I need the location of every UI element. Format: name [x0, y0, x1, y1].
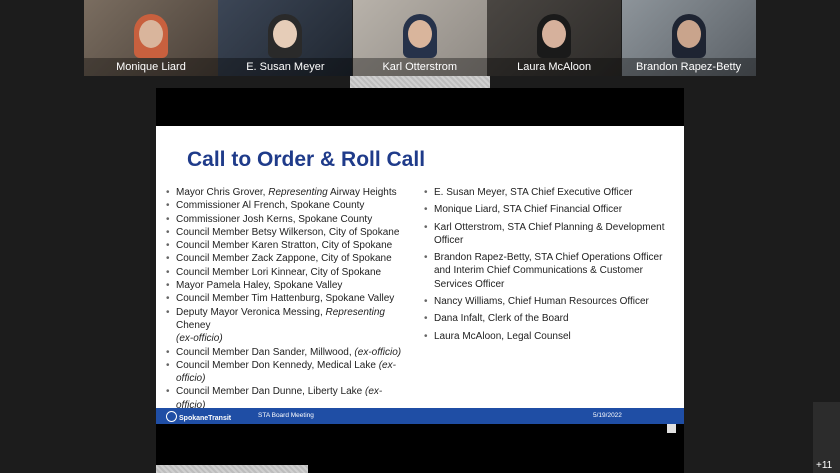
- participant-strip: Monique Liard E. Susan Meyer Karl Otters…: [84, 0, 756, 76]
- board-member-item: Council Member Tim Hattenburg, Spokane V…: [166, 292, 411, 306]
- staff-item: Dana Infalt, Clerk of the Board: [424, 312, 676, 326]
- participant-tile[interactable]: Monique Liard: [84, 0, 218, 76]
- staff-item: Nancy Williams, Chief Human Resources Of…: [424, 295, 676, 309]
- stage-resize-handle[interactable]: [667, 424, 676, 433]
- board-member-item: Deputy Mayor Veronica Messing, Represent…: [166, 306, 411, 346]
- participant-video: [402, 14, 437, 58]
- participant-tile[interactable]: Brandon Rapez-Betty: [621, 0, 756, 76]
- slide-footer: SpokaneTransit STA Board Meeting 5/19/20…: [156, 408, 684, 424]
- shared-slide: Call to Order & Roll Call Mayor Chris Gr…: [156, 126, 684, 426]
- participant-video: [671, 14, 706, 58]
- board-member-item: Council Member Betsy Wilkerson, City of …: [166, 226, 411, 240]
- staff-item: E. Susan Meyer, STA Chief Executive Offi…: [424, 186, 676, 200]
- footer-meeting-label: STA Board Meeting: [258, 412, 314, 419]
- staff-item: Monique Liard, STA Chief Financial Offic…: [424, 203, 676, 217]
- board-member-item: Council Member Lori Kinnear, City of Spo…: [166, 266, 411, 280]
- board-member-item: Commissioner Josh Kerns, Spokane County: [166, 213, 411, 227]
- participant-name: Brandon Rapez-Betty: [621, 58, 756, 76]
- footer-date: 5/19/2022: [593, 412, 622, 419]
- board-member-item: Council Member Zack Zappone, City of Spo…: [166, 252, 411, 266]
- sta-logo: SpokaneTransit: [166, 411, 231, 422]
- board-member-item: Mayor Pamela Haley, Spokane Valley: [166, 279, 411, 293]
- sta-logo-icon: [166, 411, 177, 422]
- participant-video: [133, 14, 168, 58]
- board-member-item: Commissioner Al French, Spokane County: [166, 199, 411, 213]
- more-participants-count: +11: [816, 460, 833, 471]
- participant-name: Karl Otterstrom: [352, 58, 487, 76]
- participant-tile[interactable]: Karl Otterstrom: [352, 0, 487, 76]
- more-participants-button[interactable]: +11: [813, 402, 840, 473]
- participant-name: Monique Liard: [84, 58, 218, 76]
- participant-name: Laura McAloon: [487, 58, 622, 76]
- staff-item: Brandon Rapez-Betty, STA Chief Operation…: [424, 251, 676, 291]
- slide-title: Call to Order & Roll Call: [187, 148, 426, 171]
- board-member-item: Council Member Dan Sander, Millwood, (ex…: [166, 346, 411, 360]
- participant-video: [537, 14, 572, 58]
- board-member-item: Council Member Karen Stratton, City of S…: [166, 239, 411, 253]
- board-member-item: Council Member Don Kennedy, Medical Lake…: [166, 359, 411, 386]
- participant-name: E. Susan Meyer: [218, 58, 353, 76]
- screen-share-scroll-handle[interactable]: [156, 465, 308, 473]
- board-member-item: Mayor Chris Grover, Representing Airway …: [166, 186, 411, 200]
- participant-video: [268, 14, 303, 58]
- gallery-scroll-handle[interactable]: [350, 76, 490, 88]
- participant-tile[interactable]: E. Susan Meyer: [218, 0, 353, 76]
- staff-item: Karl Otterstrom, STA Chief Planning & De…: [424, 221, 676, 248]
- staff-item: Laura McAloon, Legal Counsel: [424, 330, 676, 344]
- participant-tile[interactable]: Laura McAloon: [487, 0, 622, 76]
- board-members-list: Mayor Chris Grover, Representing Airway …: [166, 186, 411, 426]
- staff-list: E. Susan Meyer, STA Chief Executive Offi…: [424, 186, 676, 347]
